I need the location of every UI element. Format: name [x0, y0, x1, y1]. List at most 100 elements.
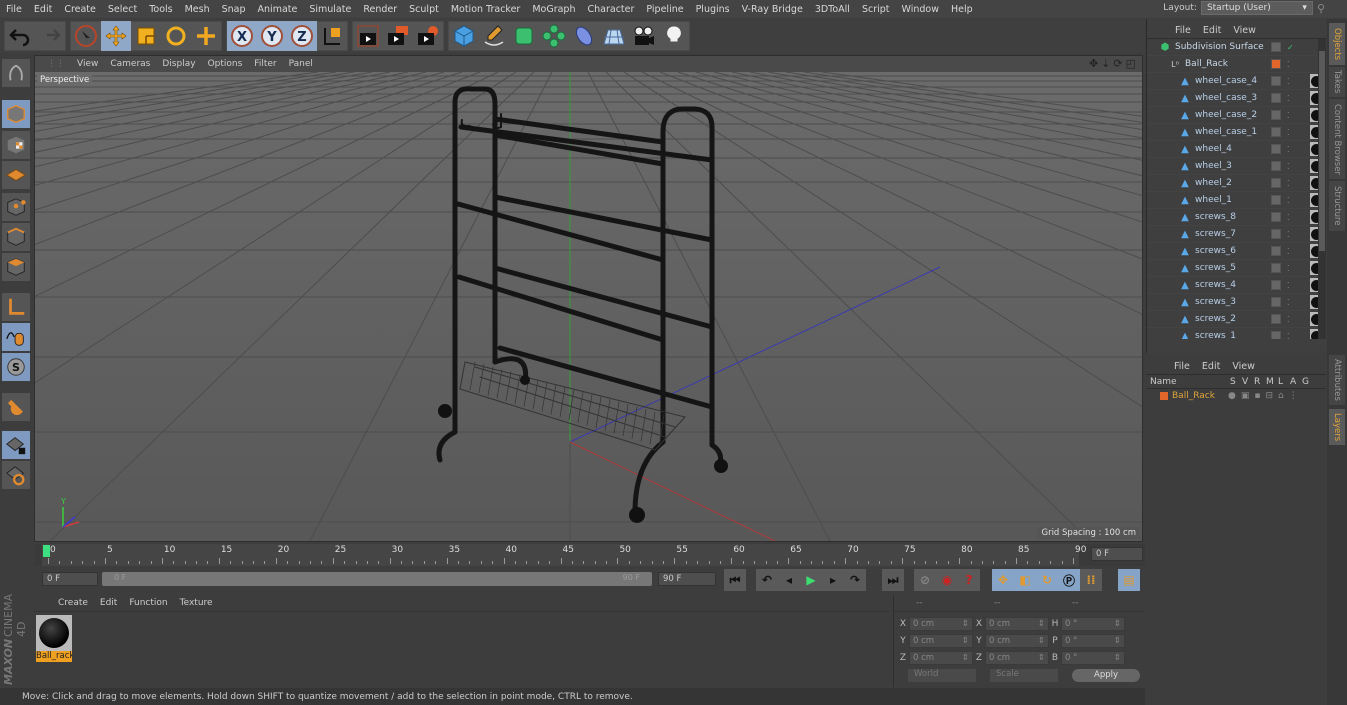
render-dots[interactable]: ⁚ [1287, 145, 1290, 154]
object-row[interactable]: ▲ wheel_3 ⁚ [1147, 158, 1324, 175]
viewport-menu-options[interactable]: Options [202, 59, 249, 69]
tab-attributes[interactable]: Attributes [1329, 355, 1345, 405]
layer-menu-view[interactable]: View [1226, 361, 1261, 372]
visibility-toggle[interactable] [1271, 195, 1281, 205]
key-position-icon[interactable]: ✥ [992, 569, 1014, 591]
object-menu-file[interactable]: File [1169, 25, 1197, 36]
render-dots[interactable]: ⁚ [1287, 332, 1290, 340]
coordinate-field[interactable]: 0 ° ⇕ [1061, 617, 1125, 631]
layer-column-v[interactable]: V [1242, 377, 1254, 387]
axis-mode-icon[interactable] [2, 293, 30, 321]
key-scale-icon[interactable]: ◧ [1014, 569, 1036, 591]
previous-key-icon[interactable]: ↶ [756, 569, 778, 591]
dolly-icon[interactable]: ⇣ [1101, 57, 1110, 70]
points-mode-icon[interactable] [2, 193, 30, 221]
coordinate-field[interactable]: 0 cm ⇕ [909, 651, 973, 665]
menu-v-ray-bridge[interactable]: V-Ray Bridge [736, 4, 809, 15]
render-dots[interactable]: ✓ [1287, 43, 1294, 52]
visibility-toggle[interactable] [1271, 263, 1281, 273]
motion-record-icon[interactable]: ⊘ [914, 569, 936, 591]
layer-menu-file[interactable]: File [1168, 361, 1196, 372]
coordinate-field[interactable]: 0 cm ⇕ [909, 634, 973, 648]
autokey-icon[interactable]: ◉ [936, 569, 958, 591]
viewport-menu-panel[interactable]: Panel [283, 59, 319, 69]
menu-animate[interactable]: Animate [252, 4, 304, 15]
visibility-toggle[interactable] [1271, 161, 1281, 171]
render-view-icon[interactable] [353, 21, 383, 51]
visibility-toggle[interactable] [1271, 314, 1281, 324]
visibility-toggle[interactable] [1271, 229, 1281, 239]
rotate-icon[interactable] [161, 21, 191, 51]
coordinate-field[interactable]: 0 ° ⇕ [1061, 651, 1125, 665]
viewport-menu-view[interactable]: View [71, 59, 104, 69]
object-row[interactable]: ▲ screws_8 ⁚ [1147, 209, 1324, 226]
play-icon[interactable]: ▶ [800, 569, 822, 591]
visibility-toggle[interactable] [1271, 331, 1281, 339]
live-select-icon[interactable] [71, 21, 101, 51]
render-dots[interactable]: ⁚ [1287, 196, 1290, 205]
solo-icon[interactable]: S [2, 353, 30, 381]
material-menu-function[interactable]: Function [123, 598, 173, 608]
orbit-icon[interactable]: ⟳ [1113, 57, 1122, 70]
timeline-ruler[interactable]: 0 5 10 15 20 25 30 35 40 45 50 55 60 65 70 75 80 85 90 [42, 544, 1086, 566]
render-dots[interactable]: ⁚ [1287, 128, 1290, 137]
layer-column-r[interactable]: R [1254, 377, 1266, 387]
object-row[interactable]: ▲ screws_4 ⁚ [1147, 277, 1324, 294]
make-editable-icon[interactable] [2, 59, 30, 87]
object-row[interactable]: ▲ screws_7 ⁚ [1147, 226, 1324, 243]
menu-3dtoall[interactable]: 3DToAll [809, 4, 856, 15]
object-row[interactable]: ▲ wheel_1 ⁚ [1147, 192, 1324, 209]
apply-button[interactable]: Apply [1072, 669, 1140, 682]
model-mode-icon[interactable] [2, 100, 30, 128]
visibility-toggle[interactable] [1271, 178, 1281, 188]
x-axis-icon[interactable]: X [227, 21, 257, 51]
viewport-menu-display[interactable]: Display [156, 59, 201, 69]
coordinate-field[interactable]: 0 cm ⇕ [985, 617, 1049, 631]
render-dots[interactable]: ⁚ [1287, 230, 1290, 239]
object-row[interactable]: ▲ wheel_case_3 ⁚ [1147, 90, 1324, 107]
coordinate-mode-dropdown[interactable]: World [908, 669, 976, 682]
light-icon[interactable] [659, 21, 689, 51]
render-dots[interactable]: ⁚ [1287, 111, 1290, 120]
menu-motion-tracker[interactable]: Motion Tracker [445, 4, 527, 15]
move-icon[interactable] [101, 21, 131, 51]
layer-column-m[interactable]: M [1266, 377, 1278, 387]
layer-column-l[interactable]: L [1278, 377, 1290, 387]
menu-file[interactable]: File [0, 4, 28, 15]
render-dots[interactable]: ⁚ [1287, 162, 1290, 171]
stepper-icon[interactable]: ⇕ [1038, 635, 1045, 647]
layer-column-s[interactable]: S [1230, 377, 1242, 387]
render-settings-icon[interactable] [413, 21, 443, 51]
visibility-toggle[interactable] [1271, 93, 1281, 103]
render-dots[interactable]: ⁚ [1287, 77, 1290, 86]
render-dots[interactable]: ⁚ [1287, 213, 1290, 222]
stepper-icon[interactable]: ⇕ [1114, 618, 1121, 630]
search-icon[interactable]: ⚲ [1317, 2, 1325, 15]
start-frame-field[interactable]: 0 F [42, 572, 98, 586]
current-frame-field[interactable]: 0 F [1091, 547, 1143, 561]
layout-dropdown[interactable]: Startup (User) ▾ [1200, 1, 1313, 15]
menu-plugins[interactable]: Plugins [690, 4, 736, 15]
cloner-icon[interactable] [539, 21, 569, 51]
stepper-icon[interactable]: ⇕ [962, 635, 969, 647]
camera-icon[interactable] [629, 21, 659, 51]
viewport-menu-cameras[interactable]: Cameras [104, 59, 156, 69]
visibility-toggle[interactable] [1271, 127, 1281, 137]
visibility-toggle[interactable] [1271, 246, 1281, 256]
redo-icon[interactable] [35, 21, 65, 51]
pan-icon[interactable]: ✥ [1089, 57, 1098, 70]
layer-row[interactable]: Ball_Rack ●▣▪⊟⌂⋮ [1146, 389, 1326, 403]
menu-snap[interactable]: Snap [216, 4, 252, 15]
object-row[interactable]: ▲ screws_2 ⁚ [1147, 311, 1324, 328]
object-list-scrollbar[interactable] [1318, 39, 1326, 339]
object-row[interactable]: ▲ wheel_case_4 ⁚ [1147, 73, 1324, 90]
z-axis-icon[interactable]: Z [287, 21, 317, 51]
layer-flags[interactable]: ●▣▪⊟⌂⋮ [1228, 391, 1303, 401]
key-rotation-icon[interactable]: ↻ [1036, 569, 1058, 591]
render-dots[interactable]: ⁚ [1287, 247, 1290, 256]
tab-layers[interactable]: Layers [1329, 409, 1345, 445]
coordinate-field[interactable]: 0 cm ⇕ [985, 651, 1049, 665]
object-row[interactable]: L⁰ Ball_Rack ⁚ [1147, 56, 1317, 73]
object-row[interactable]: ▲ wheel_case_2 ⁚ [1147, 107, 1324, 124]
object-row[interactable]: ▲ screws_5 ⁚ [1147, 260, 1324, 277]
